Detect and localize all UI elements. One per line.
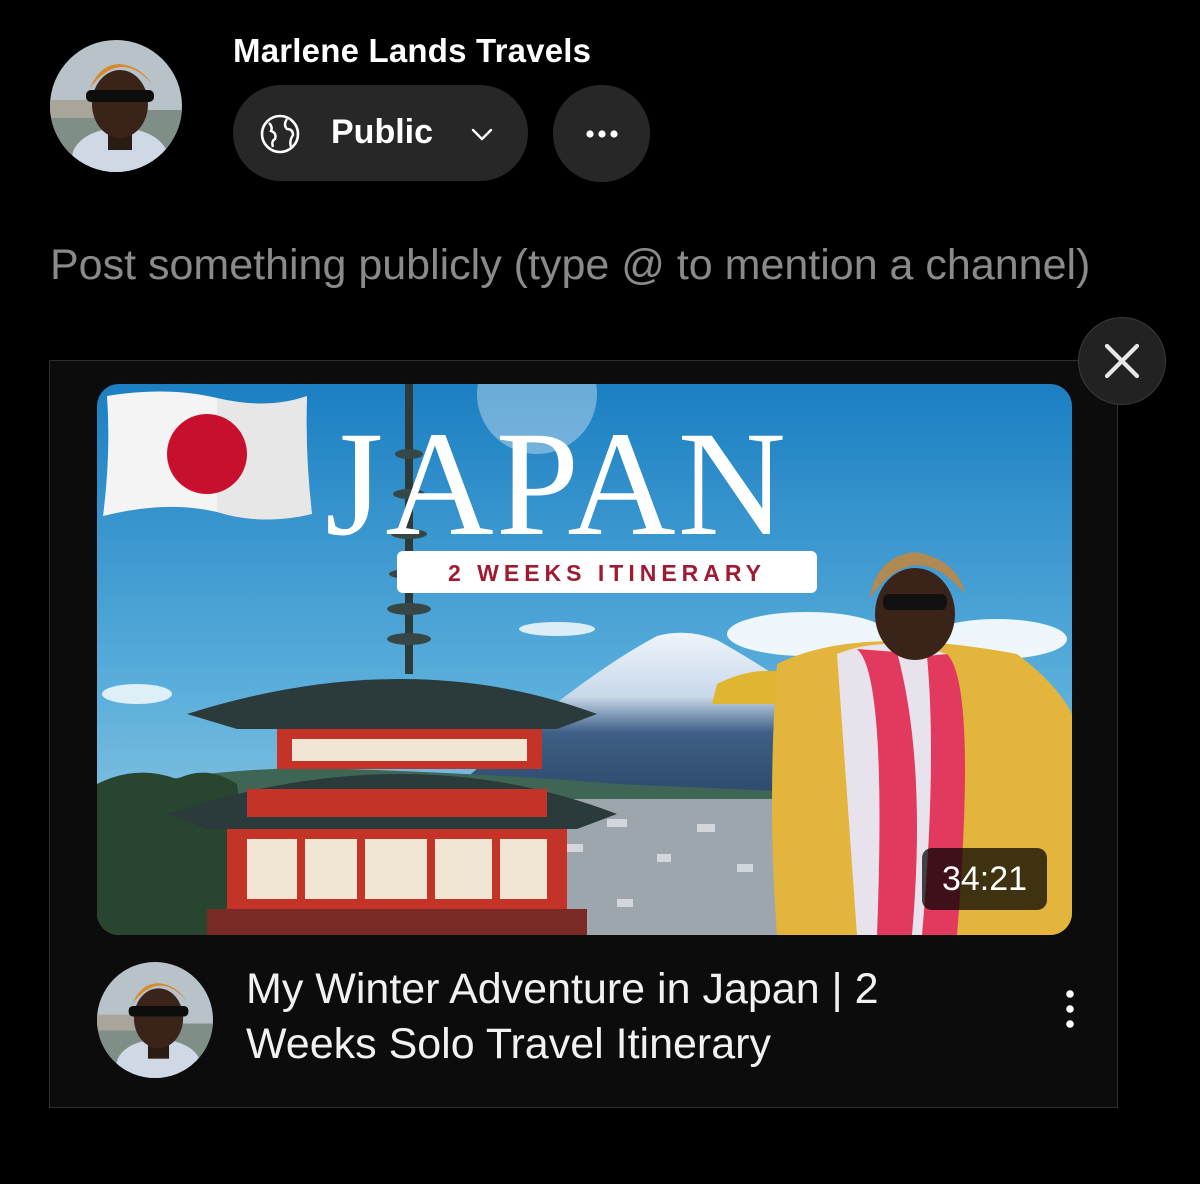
visibility-dropdown[interactable]: Public <box>233 85 528 181</box>
channel-name: Marlene Lands Travels <box>233 32 592 69</box>
thumbnail-subheadline: 2 WEEKS ITINERARY <box>448 560 766 586</box>
more-vertical-icon <box>1066 990 1074 1028</box>
video-channel-avatar[interactable] <box>97 962 213 1078</box>
channel-avatar <box>50 40 182 172</box>
remove-attachment-button[interactable] <box>1078 317 1166 405</box>
post-input[interactable]: Post something publicly (type @ to menti… <box>50 236 1100 294</box>
more-options-button[interactable] <box>553 85 650 182</box>
close-icon <box>1104 343 1140 379</box>
chevron-down-icon <box>471 128 493 141</box>
globe-icon <box>260 114 300 154</box>
thumbnail-headline: JAPAN <box>325 401 788 567</box>
video-duration-badge: 34:21 <box>922 848 1047 910</box>
more-horizontal-icon <box>585 129 618 138</box>
visibility-label: Public <box>331 113 434 151</box>
video-menu-button[interactable] <box>1048 985 1092 1041</box>
video-title[interactable]: My Winter Adventure in Japan | 2 Weeks S… <box>246 962 1006 1072</box>
